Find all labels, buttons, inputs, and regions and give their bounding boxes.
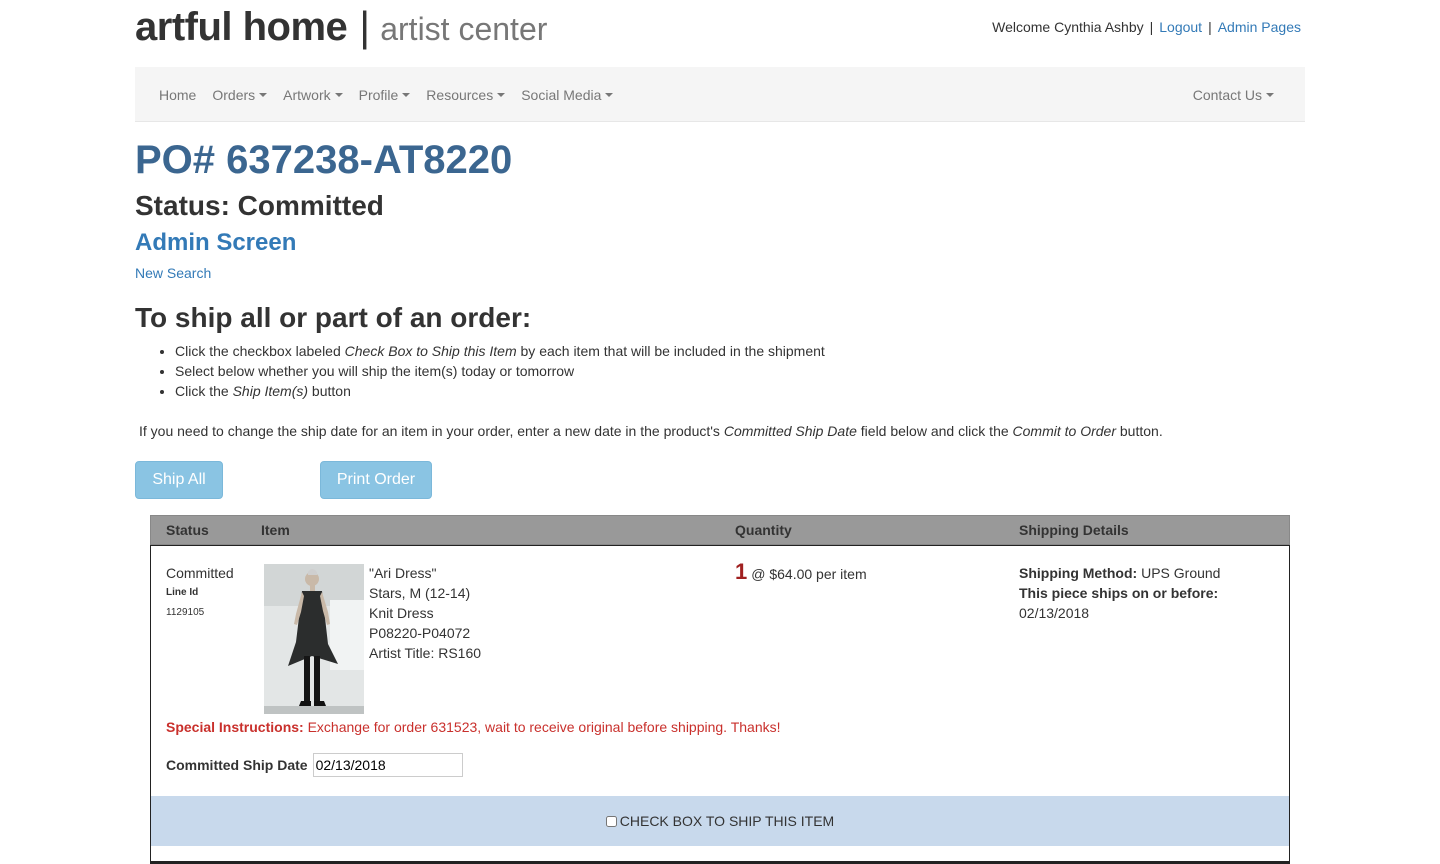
table-row: Committed Line Id 1129105 "Ari Dress" St… <box>150 545 1290 864</box>
shipping-method-value: UPS Ground <box>1137 565 1221 581</box>
ships-by-label-text: This piece ships on or before: <box>1019 585 1219 601</box>
brand-sub: artist center <box>380 10 548 47</box>
committed-ship-date-input[interactable] <box>312 753 463 777</box>
quantity-value: 1 <box>735 559 748 584</box>
separator: | <box>1208 19 1212 35</box>
brand-logo[interactable]: artful home | artist center <box>135 2 547 52</box>
nav-left: Home Orders Artwork Profile Resources So… <box>159 67 629 122</box>
header-quantity: Quantity <box>735 522 792 538</box>
ship-item-checkbox-label[interactable]: CHECK BOX TO SHIP THIS ITEM <box>620 813 834 829</box>
item-artist-title: Artist Title: RS160 <box>369 645 482 661</box>
nav-right: Contact Us <box>1193 67 1274 122</box>
nav-orders[interactable]: Orders <box>212 86 268 103</box>
special-instructions-label: Special Instructions: <box>166 719 304 735</box>
nav-orders-label: Orders <box>212 86 256 103</box>
item-description: "Ari Dress" Stars, M (12-14) Knit Dress … <box>369 563 481 663</box>
caret-down-icon <box>334 92 343 97</box>
line-id-value: 1129105 <box>166 607 205 618</box>
committed-ship-date-label: Committed Ship Date <box>166 757 308 773</box>
line-id-label: Line Id <box>166 587 199 598</box>
order-table-header: Status Item Quantity Shipping Details <box>150 515 1290 545</box>
logout-link[interactable]: Logout <box>1159 19 1202 35</box>
welcome-text: Welcome Cynthia Ashby <box>992 19 1144 35</box>
nav-resources[interactable]: Resources <box>426 86 506 103</box>
nav-social-media[interactable]: Social Media <box>521 86 614 103</box>
nav-artwork[interactable]: Artwork <box>283 86 343 103</box>
item-name: "Ari Dress" <box>369 565 437 581</box>
admin-pages-link[interactable]: Admin Pages <box>1218 19 1301 35</box>
item-variant: Stars, M (12-14) <box>369 585 471 601</box>
order-status-title: Status: Committed <box>135 190 384 221</box>
shipping-method-label: Shipping Method: <box>1019 565 1138 581</box>
item-sku: P08220-P04072 <box>369 625 471 641</box>
row-status: Committed <box>166 565 234 581</box>
header-shipping: Shipping Details <box>1019 522 1129 538</box>
separator: | <box>1149 19 1154 35</box>
nav-profile-label: Profile <box>358 86 399 103</box>
print-order-button[interactable]: Print Order <box>320 461 432 499</box>
main-navbar: Home Orders Artwork Profile Resources So… <box>135 67 1305 122</box>
ships-by-date: 02/13/2018 <box>1019 605 1090 621</box>
nav-artwork-label: Artwork <box>283 86 331 103</box>
quantity-cell: 1 @ $64.00 per item <box>735 559 867 585</box>
step-text: by each item that will be included in th… <box>516 343 825 359</box>
shipping-details-cell: Shipping Method: UPS Ground This piece s… <box>1019 563 1220 623</box>
note-emphasis: Commit to Order <box>1012 423 1116 439</box>
instruction-step: Select below whether you will ship the i… <box>175 361 825 381</box>
nav-profile[interactable]: Profile <box>359 87 411 103</box>
nav-home[interactable]: Home <box>159 87 196 103</box>
shipping-method: Shipping Method: UPS Ground <box>1019 563 1220 583</box>
po-number-title: PO# 637238-AT8220 <box>135 138 513 182</box>
note-text: field below and click the <box>856 423 1013 439</box>
instruction-step: Click the checkbox labeled Check Box to … <box>175 341 825 361</box>
header-item: Item <box>261 522 290 538</box>
committed-ship-date: Committed Ship Date <box>166 753 463 777</box>
user-bar: Welcome Cynthia Ashby | Logout | Admin Pages <box>992 19 1301 35</box>
new-search-link[interactable]: New Search <box>135 265 211 281</box>
product-thumbnail[interactable] <box>264 564 364 714</box>
step-emphasis: Ship Item(s) <box>232 383 309 399</box>
instructions-list: Click the checkbox labeled Check Box to … <box>135 341 825 401</box>
special-instructions-text: Exchange for order 631523, wait to recei… <box>303 719 781 735</box>
note-text: If you need to change the ship date for … <box>139 423 724 439</box>
ship-date-note: If you need to change the ship date for … <box>139 423 1163 439</box>
nav-home-label: Home <box>159 86 197 103</box>
caret-down-icon <box>259 92 268 97</box>
row-status-cell: Committed Line Id 1129105 <box>166 563 234 623</box>
nav-social-media-label: Social Media <box>521 86 602 103</box>
ships-by-label: This piece ships on or before: <box>1019 583 1220 603</box>
nav-resources-label: Resources <box>426 86 494 103</box>
item-type: Knit Dress <box>369 605 434 621</box>
step-text: button <box>308 383 351 399</box>
instructions-title: To ship all or part of an order: <box>135 302 532 333</box>
step-text: Click the <box>175 383 233 399</box>
note-text: button. <box>1116 423 1163 439</box>
caret-down-icon <box>605 92 614 97</box>
dress-photo-icon <box>264 564 364 714</box>
nav-contact-us[interactable]: Contact Us <box>1193 87 1274 103</box>
brand-separator: | <box>359 3 371 50</box>
step-text: Select below whether you will ship the i… <box>175 363 575 379</box>
caret-down-icon <box>1266 92 1274 97</box>
ship-item-checkbox[interactable] <box>605 815 617 827</box>
ship-all-button[interactable]: Ship All <box>135 461 223 499</box>
ship-item-bar: CHECK BOX TO SHIP THIS ITEM <box>151 796 1289 846</box>
caret-down-icon <box>402 92 411 97</box>
step-text: Click the checkbox labeled <box>175 343 345 359</box>
instruction-step: Click the Ship Item(s) button <box>175 381 825 401</box>
brand-main: artful home <box>135 4 348 49</box>
admin-screen-title: Admin Screen <box>135 229 297 256</box>
note-emphasis: Committed Ship Date <box>723 423 857 439</box>
caret-down-icon <box>497 92 506 97</box>
nav-contact-us-label: Contact Us <box>1192 86 1262 103</box>
special-instructions: Special Instructions: Exchange for order… <box>166 719 781 735</box>
step-emphasis: Check Box to Ship this Item <box>344 343 517 359</box>
header-status: Status <box>166 522 209 538</box>
unit-price: @ $64.00 per item <box>751 566 867 582</box>
